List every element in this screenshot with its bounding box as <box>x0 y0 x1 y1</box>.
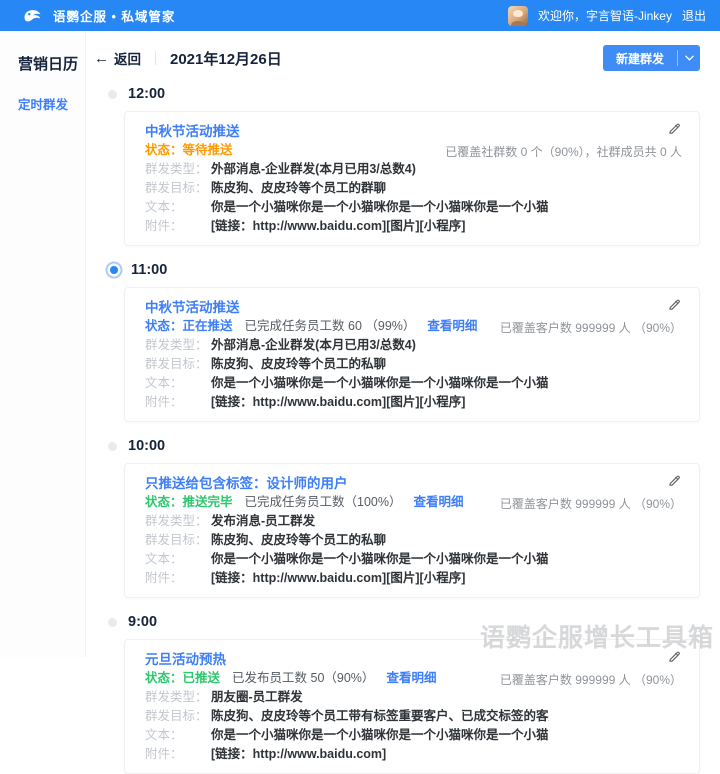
parrot-logo-icon <box>22 7 44 24</box>
edit-icon[interactable] <box>667 297 682 312</box>
status-text: 状态：已推送 <box>145 669 220 688</box>
current-date: 2021年12月26日 <box>170 48 282 69</box>
broadcast-target-row: 群发目标：陈皮狗、皮皮玲等个员工的私聊 <box>145 355 549 374</box>
broadcast-text-row: 文本：你是一个小猫咪你是一个小猫咪你是一个小猫咪你是一个小猫咪你是一个小猫咪..… <box>145 374 549 393</box>
broadcast-text-row: 文本：你是一个小猫咪你是一个小猫咪你是一个小猫咪你是一个小猫咪你是一个小猫咪..… <box>145 550 549 569</box>
broadcast-title[interactable]: 只推送给包含标签：设计师的用户 <box>145 475 549 493</box>
brand-title: 语鹦企服 • 私域管家 <box>53 6 175 25</box>
status-progress: 已完成任务员工数（100%） <box>245 493 402 512</box>
back-label: 返回 <box>114 48 141 68</box>
app-header: 语鹦企服 • 私域管家 欢迎你，字言智语-Jinkey 退出 <box>0 0 720 31</box>
broadcast-card: 中秋节活动推送 状态：等待推送 群发类型：外部消息-企业群发(本月已用3/总数4… <box>124 111 700 246</box>
broadcast-text-row: 文本：你是一个小猫咪你是一个小猫咪你是一个小猫咪你是一个小猫咪你是一个小猫咪..… <box>145 198 549 217</box>
sidebar-title: 营销日历 <box>0 53 85 74</box>
timeline-dot[interactable] <box>108 618 117 627</box>
user-avatar[interactable] <box>508 6 528 26</box>
view-detail-link[interactable]: 查看明细 <box>427 317 477 336</box>
timeline-entry-1000: 10:00 只推送给包含标签：设计师的用户 状态：推送完毕 已完成任务员工数（1… <box>106 431 720 598</box>
broadcast-attachment-row: 附件：[链接：http://www.baidu.com] <box>145 745 549 764</box>
new-broadcast-button[interactable]: 新建群发 <box>603 45 677 71</box>
broadcast-card: 只推送给包含标签：设计师的用户 状态：推送完毕 已完成任务员工数（100%） 查… <box>124 463 700 598</box>
back-button[interactable]: ← 返回 <box>94 48 141 68</box>
chevron-down-icon[interactable] <box>678 45 700 71</box>
view-detail-link[interactable]: 查看明细 <box>414 493 464 512</box>
status-text: 状态：推送完毕 <box>145 493 233 512</box>
timeline-time: 11:00 <box>131 262 167 278</box>
broadcast-title[interactable]: 中秋节活动推送 <box>145 123 549 141</box>
timeline-dot[interactable] <box>108 442 117 451</box>
status-line: 状态：已推送 已发布员工数 50（90%） 查看明细 <box>145 669 549 688</box>
new-broadcast-split-button[interactable]: 新建群发 <box>603 45 700 71</box>
timeline-entry-1200: 12:00 中秋节活动推送 状态：等待推送 群发类型：外部消息-企业群发(本月已… <box>106 79 720 246</box>
status-text: 状态：等待推送 <box>145 141 233 160</box>
status-progress: 已发布员工数 50（90%） <box>232 669 374 688</box>
sidebar-item-scheduled-broadcast[interactable]: 定时群发 <box>0 94 85 113</box>
broadcast-type-row: 群发类型：朋友圈-员工群发 <box>145 688 549 707</box>
timeline-entry-0900: 9:00 元旦活动预热 状态：已推送 已发布员工数 50（90%） 查看明细 群… <box>106 607 720 774</box>
broadcast-target-row: 群发目标：陈皮狗、皮皮玲等个员工带有标签重要客户、已成交标签的客户 <box>145 707 549 726</box>
toolbar: ← 返回 2021年12月26日 新建群发 <box>86 31 720 77</box>
status-line: 状态：推送完毕 已完成任务员工数（100%） 查看明细 <box>145 493 549 512</box>
coverage-text: 已覆盖客户数 999999 人 （90%） <box>500 495 682 512</box>
status-progress: 已完成任务员工数 60 （99%） <box>245 317 416 336</box>
sidebar: 营销日历 定时群发 <box>0 31 86 657</box>
timeline-time: 12:00 <box>128 86 165 102</box>
back-arrow-icon: ← <box>94 51 109 66</box>
timeline: 12:00 中秋节活动推送 状态：等待推送 群发类型：外部消息-企业群发(本月已… <box>86 77 720 774</box>
timeline-time: 10:00 <box>128 438 165 454</box>
broadcast-attachment-row: 附件：[链接：http://www.baidu.com][图片][小程序] <box>145 569 549 588</box>
broadcast-attachment-row: 附件：[链接：http://www.baidu.com][图片][小程序] <box>145 217 549 236</box>
status-line: 状态：正在推送 已完成任务员工数 60 （99%） 查看明细 <box>145 317 549 336</box>
logout-link[interactable]: 退出 <box>682 7 706 24</box>
timeline-time: 9:00 <box>128 614 157 630</box>
broadcast-type-row: 群发类型：发布消息-员工群发 <box>145 512 549 531</box>
broadcast-attachment-row: 附件：[链接：http://www.baidu.com][图片][小程序] <box>145 393 549 412</box>
coverage-text: 已覆盖客户数 999999 人 （90%） <box>500 319 682 336</box>
broadcast-target-row: 群发目标：陈皮狗、皮皮玲等个员工的群聊 <box>145 179 549 198</box>
timeline-dot[interactable] <box>108 90 117 99</box>
broadcast-type-row: 群发类型：外部消息-企业群发(本月已用3/总数4) <box>145 336 549 355</box>
broadcast-title[interactable]: 元旦活动预热 <box>145 651 549 669</box>
edit-icon[interactable] <box>667 121 682 136</box>
broadcast-target-row: 群发目标：陈皮狗、皮皮玲等个员工的私聊 <box>145 531 549 550</box>
timeline-dot-active[interactable] <box>110 266 118 274</box>
coverage-text: 已覆盖社群数 0 个（90%），社群成员共 0 人 <box>445 143 682 160</box>
broadcast-text-row: 文本：你是一个小猫咪你是一个小猫咪你是一个小猫咪你是一个小猫咪... <box>145 726 549 745</box>
broadcast-card: 中秋节活动推送 状态：正在推送 已完成任务员工数 60 （99%） 查看明细 群… <box>124 287 700 422</box>
toolbar-divider <box>155 51 156 65</box>
broadcast-card: 元旦活动预热 状态：已推送 已发布员工数 50（90%） 查看明细 群发类型：朋… <box>124 639 700 774</box>
edit-icon[interactable] <box>667 473 682 488</box>
main-panel: ← 返回 2021年12月26日 新建群发 12:00 <box>86 31 720 657</box>
welcome-text: 欢迎你，字言智语-Jinkey <box>538 7 672 24</box>
coverage-text: 已覆盖客户数 999999 人 （90%） <box>500 671 682 688</box>
timeline-entry-1100: 11:00 中秋节活动推送 状态：正在推送 已完成任务员工数 60 （99%） … <box>106 255 720 422</box>
broadcast-type-row: 群发类型：外部消息-企业群发(本月已用3/总数4) <box>145 160 549 179</box>
broadcast-title[interactable]: 中秋节活动推送 <box>145 299 549 317</box>
status-text: 状态：正在推送 <box>145 317 233 336</box>
view-detail-link[interactable]: 查看明细 <box>386 669 436 688</box>
